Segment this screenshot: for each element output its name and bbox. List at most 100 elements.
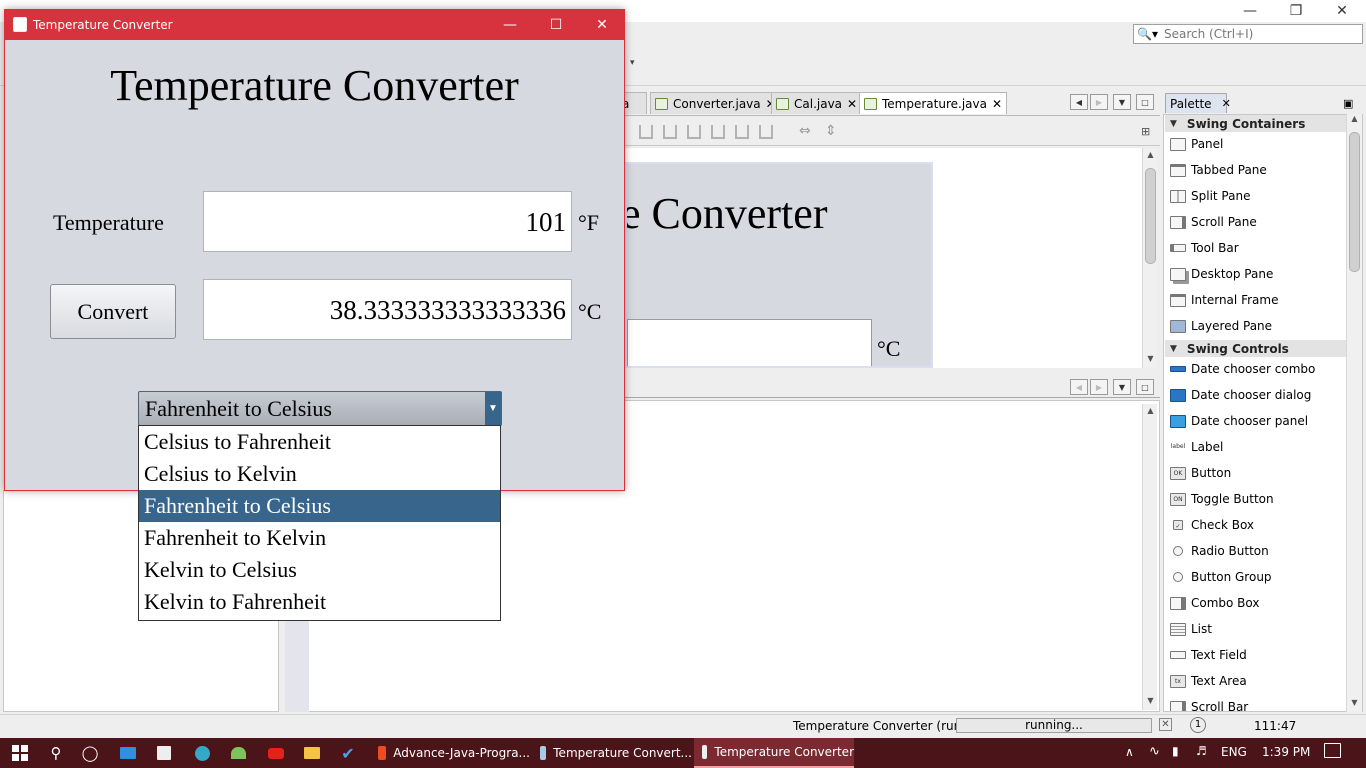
tab-list-dropdown-icon[interactable]: ▼ [1113, 94, 1131, 110]
cancel-task-icon[interactable]: ✕ [1159, 718, 1172, 731]
option-kelvin-to-celsius[interactable]: Kelvin to Celsius [139, 554, 500, 586]
app-minimize-button[interactable]: — [487, 10, 533, 40]
palette-category-swing-containers[interactable]: ▼ Swing Containers [1165, 115, 1347, 132]
align-bottom-icon[interactable] [735, 125, 749, 139]
wifi-icon[interactable]: ∿ [1149, 744, 1160, 759]
output-dropdown-icon[interactable]: ▼ [1113, 379, 1131, 395]
palette-item-text-field[interactable]: Text Field [1165, 642, 1347, 668]
action-center-icon[interactable] [1324, 743, 1341, 758]
temperature-input[interactable]: 101 [203, 191, 572, 252]
palette-item-date-chooser-combo[interactable]: Date chooser combo [1165, 356, 1347, 382]
android-studio-icon[interactable] [220, 738, 256, 768]
close-icon[interactable]: ✕ [992, 97, 1002, 111]
scroll-up-icon[interactable]: ▲ [1143, 148, 1158, 162]
scroll-thumb[interactable] [1349, 132, 1360, 272]
scroll-tabs-right-icon[interactable]: ▶ [1090, 94, 1108, 110]
align-center-icon[interactable] [687, 125, 701, 139]
palette-item-date-chooser-panel[interactable]: Date chooser panel [1165, 408, 1347, 434]
chevron-up-icon[interactable]: ∧ [1125, 745, 1134, 759]
option-fahrenheit-to-kelvin[interactable]: Fahrenheit to Kelvin [139, 522, 500, 554]
app-maximize-button[interactable]: ☐ [533, 10, 579, 40]
palette-item-internal-frame[interactable]: Internal Frame [1165, 287, 1347, 313]
language-indicator[interactable]: ENG [1221, 745, 1247, 759]
scroll-thumb[interactable] [1145, 168, 1156, 264]
scroll-up-icon[interactable]: ▲ [1143, 404, 1158, 418]
palette-category-swing-controls[interactable]: ▼ Swing Controls [1165, 340, 1347, 357]
align-right-icon[interactable] [663, 125, 677, 139]
store-icon[interactable] [146, 738, 182, 768]
option-celsius-to-kelvin[interactable]: Celsius to Kelvin [139, 458, 500, 490]
output-right-icon[interactable]: ▶ [1090, 379, 1108, 395]
windows-start-icon[interactable] [2, 738, 38, 768]
notifications-icon[interactable]: 1 [1190, 717, 1206, 733]
palette-item-radio-button[interactable]: Radio Button [1165, 538, 1347, 564]
resize-horizontal-icon[interactable]: ⇔ [799, 123, 811, 139]
app-close-button[interactable]: ✕ [579, 10, 625, 40]
minimize-palette-icon[interactable]: ▣ [1343, 97, 1353, 110]
mail-icon[interactable] [110, 738, 146, 768]
scroll-down-icon[interactable]: ▼ [1143, 694, 1158, 708]
file-explorer-icon[interactable] [294, 738, 330, 768]
palette-item-combo-box[interactable]: Combo Box [1165, 590, 1347, 616]
battery-icon[interactable]: ▮ [1172, 744, 1179, 758]
conversion-type-combo[interactable]: Fahrenheit to Celsius ▼ [138, 391, 502, 426]
editor-tab-converter[interactable]: Converter.java✕ [650, 92, 781, 114]
scroll-down-icon[interactable]: ▼ [1143, 352, 1158, 366]
palette-scrollbar[interactable]: ▲ ▼ [1346, 114, 1362, 712]
result-output-field[interactable]: 38.333333333333336 [203, 279, 572, 340]
palette-item-button-group[interactable]: Button Group [1165, 564, 1347, 590]
ide-restore-button[interactable]: ❐ [1273, 0, 1319, 22]
editor-tab-cal[interactable]: Cal.java ✕ [771, 92, 863, 114]
palette-item-label[interactable]: label Label [1165, 434, 1347, 460]
todo-icon[interactable]: ✔ [330, 738, 366, 768]
palette-item-scroll-bar[interactable]: Scroll Bar [1165, 694, 1347, 711]
ide-minimize-button[interactable]: — [1227, 0, 1273, 22]
scroll-tabs-left-icon[interactable]: ◀ [1070, 94, 1088, 110]
youtube-icon[interactable] [258, 738, 294, 768]
chevron-down-icon[interactable]: ▼ [485, 392, 501, 425]
taskbar-app-temperature-converter[interactable]: Temperature Converter [694, 738, 854, 768]
palette-item-toggle-button[interactable]: ON Toggle Button [1165, 486, 1347, 512]
taskbar-clock[interactable]: 1:39 PM [1262, 745, 1310, 759]
palette-item-check-box[interactable]: ✓ Check Box [1165, 512, 1347, 538]
option-celsius-to-fahrenheit[interactable]: Celsius to Fahrenheit [139, 426, 500, 458]
cortana-icon[interactable]: ◯ [72, 738, 108, 768]
palette-item-date-chooser-dialog[interactable]: Date chooser dialog [1165, 382, 1347, 408]
taskbar-app-netbeans[interactable]: Temperature Convert... [532, 738, 692, 768]
edge-icon[interactable] [184, 738, 220, 768]
palette-item-tabbed-pane[interactable]: Tabbed Pane [1165, 157, 1347, 183]
output-left-icon[interactable]: ◀ [1070, 379, 1088, 395]
ide-search-box[interactable]: 🔍▾ Search (Ctrl+I) [1133, 24, 1363, 44]
editor-tab-temperature[interactable]: Temperature.java ✕ [859, 92, 1008, 114]
align-middle-icon[interactable] [759, 125, 773, 139]
ide-close-button[interactable]: ✕ [1319, 0, 1365, 22]
search-icon[interactable]: ⚲ [38, 738, 74, 768]
scroll-down-icon[interactable]: ▼ [1347, 698, 1362, 707]
palette-item-text-area[interactable]: tx Text Area [1165, 668, 1347, 694]
align-left-icon[interactable] [639, 125, 653, 139]
resize-vertical-icon[interactable]: ⇕ [825, 123, 837, 139]
taskbar-app-brave[interactable]: Advance-Java-Progra... [370, 738, 530, 768]
close-icon[interactable]: ✕ [847, 97, 857, 111]
option-kelvin-to-fahrenheit[interactable]: Kelvin to Fahrenheit [139, 586, 500, 618]
align-top-icon[interactable] [711, 125, 725, 139]
palette-tab[interactable]: Palette ✕ [1165, 93, 1231, 113]
output-maximize-icon[interactable]: □ [1136, 379, 1154, 395]
expand-icon[interactable]: ⊞ [1141, 125, 1150, 138]
option-fahrenheit-to-celsius[interactable]: Fahrenheit to Celsius [139, 490, 500, 522]
palette-item-scroll-pane[interactable]: Scroll Pane [1165, 209, 1347, 235]
palette-item-desktop-pane[interactable]: Desktop Pane [1165, 261, 1347, 287]
scroll-up-icon[interactable]: ▲ [1347, 114, 1362, 123]
output-vertical-scrollbar[interactable]: ▲ ▼ [1142, 404, 1157, 710]
convert-button[interactable]: Convert [50, 284, 176, 339]
design-vertical-scrollbar[interactable]: ▲ ▼ [1142, 148, 1157, 368]
palette-item-layered-pane[interactable]: Layered Pane [1165, 313, 1347, 339]
palette-item-tool-bar[interactable]: Tool Bar [1165, 235, 1347, 261]
palette-item-panel[interactable]: Panel [1165, 131, 1347, 157]
maximize-editor-icon[interactable]: □ [1136, 94, 1154, 110]
palette-item-button[interactable]: OK Button [1165, 460, 1347, 486]
palette-item-list[interactable]: List [1165, 616, 1347, 642]
volume-icon[interactable]: ♬ [1196, 744, 1207, 758]
close-icon[interactable]: ✕ [1222, 97, 1231, 110]
palette-item-split-pane[interactable]: Split Pane [1165, 183, 1347, 209]
